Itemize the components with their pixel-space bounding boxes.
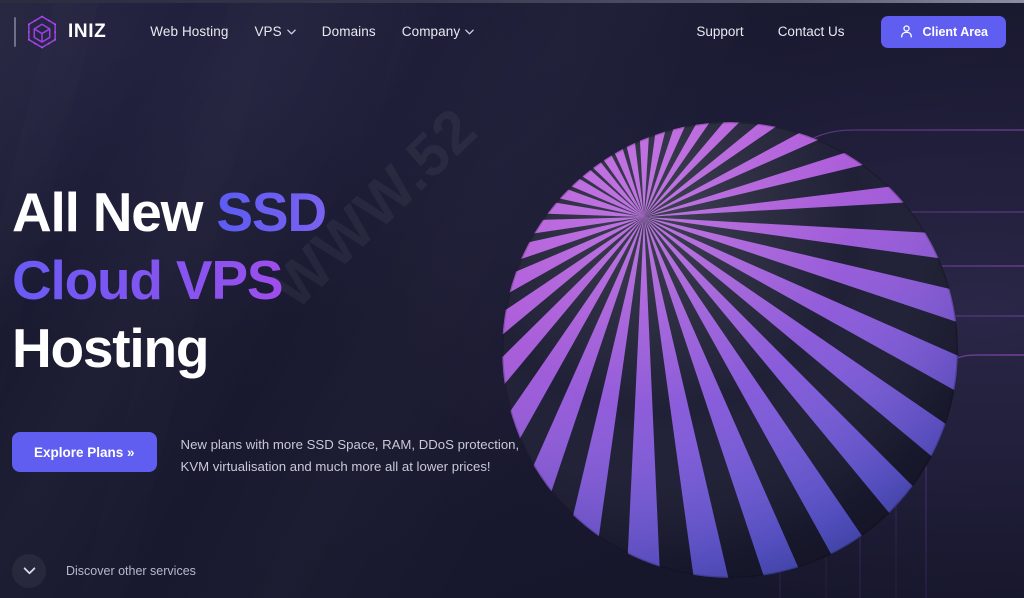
nav-item-vps[interactable]: VPS <box>241 18 308 45</box>
main-navigation: Web Hosting VPS Domains Company <box>137 18 487 45</box>
headline-line-1: All New SSD <box>12 178 532 246</box>
header-right-actions: Support Contact Us Client Area <box>679 15 1006 48</box>
nav-item-web-hosting[interactable]: Web Hosting <box>137 18 241 45</box>
chevron-down-icon <box>465 29 474 35</box>
discover-scroll-button[interactable] <box>12 554 46 588</box>
striped-sphere-illustration <box>501 121 959 579</box>
chevron-down-icon <box>286 29 296 35</box>
discover-other-services[interactable]: Discover other services <box>12 554 196 588</box>
decorative-rounded-lines <box>779 129 1024 598</box>
page-title: All New SSD Cloud VPS Hosting <box>12 178 532 382</box>
user-person-icon <box>901 25 913 38</box>
nav-item-contact-us[interactable]: Contact Us <box>761 18 862 45</box>
nav-label: Domains <box>321 24 376 39</box>
browser-top-edge <box>0 0 1024 3</box>
nav-label: VPS <box>254 24 282 39</box>
explore-plans-button[interactable]: Explore Plans » <box>12 432 157 472</box>
headline-accent-cloud-vps: Cloud VPS <box>12 246 532 314</box>
headline-accent-ssd: SSD <box>216 181 327 243</box>
site-header: INIZ Web Hosting VPS Domains Company Sup… <box>0 3 1024 60</box>
brand-logo[interactable]: INIZ <box>14 15 106 49</box>
hero-copy: All New SSD Cloud VPS Hosting <box>12 178 532 382</box>
hero-page: WWW.52 INIZ Web Hosting VPS Domains Comp… <box>0 0 1024 598</box>
client-area-label: Client Area <box>922 24 988 39</box>
nav-item-support[interactable]: Support <box>679 18 760 45</box>
nav-label: Web Hosting <box>150 24 229 39</box>
hero-description-line-1: New plans with more SSD Space, RAM, DDoS… <box>180 437 520 452</box>
hero-cta-row: Explore Plans » New plans with more SSD … <box>12 432 520 478</box>
client-area-button[interactable]: Client Area <box>881 15 1006 48</box>
cube-hexagon-icon <box>27 15 57 48</box>
chevron-down-icon <box>23 567 35 575</box>
brand-name: INIZ <box>68 20 107 42</box>
nav-label: Company <box>401 24 461 39</box>
brand-rule-divider <box>14 16 16 47</box>
headline-plain-1: All New <box>12 181 217 243</box>
nav-item-domains[interactable]: Domains <box>309 18 389 45</box>
hero-description: New plans with more SSD Space, RAM, DDoS… <box>180 432 520 478</box>
hero-description-line-2: KVM virtualisation and much more all at … <box>180 459 491 474</box>
nav-item-company[interactable]: Company <box>389 18 487 45</box>
headline-line-3: Hosting <box>12 317 209 379</box>
discover-label: Discover other services <box>66 564 196 578</box>
